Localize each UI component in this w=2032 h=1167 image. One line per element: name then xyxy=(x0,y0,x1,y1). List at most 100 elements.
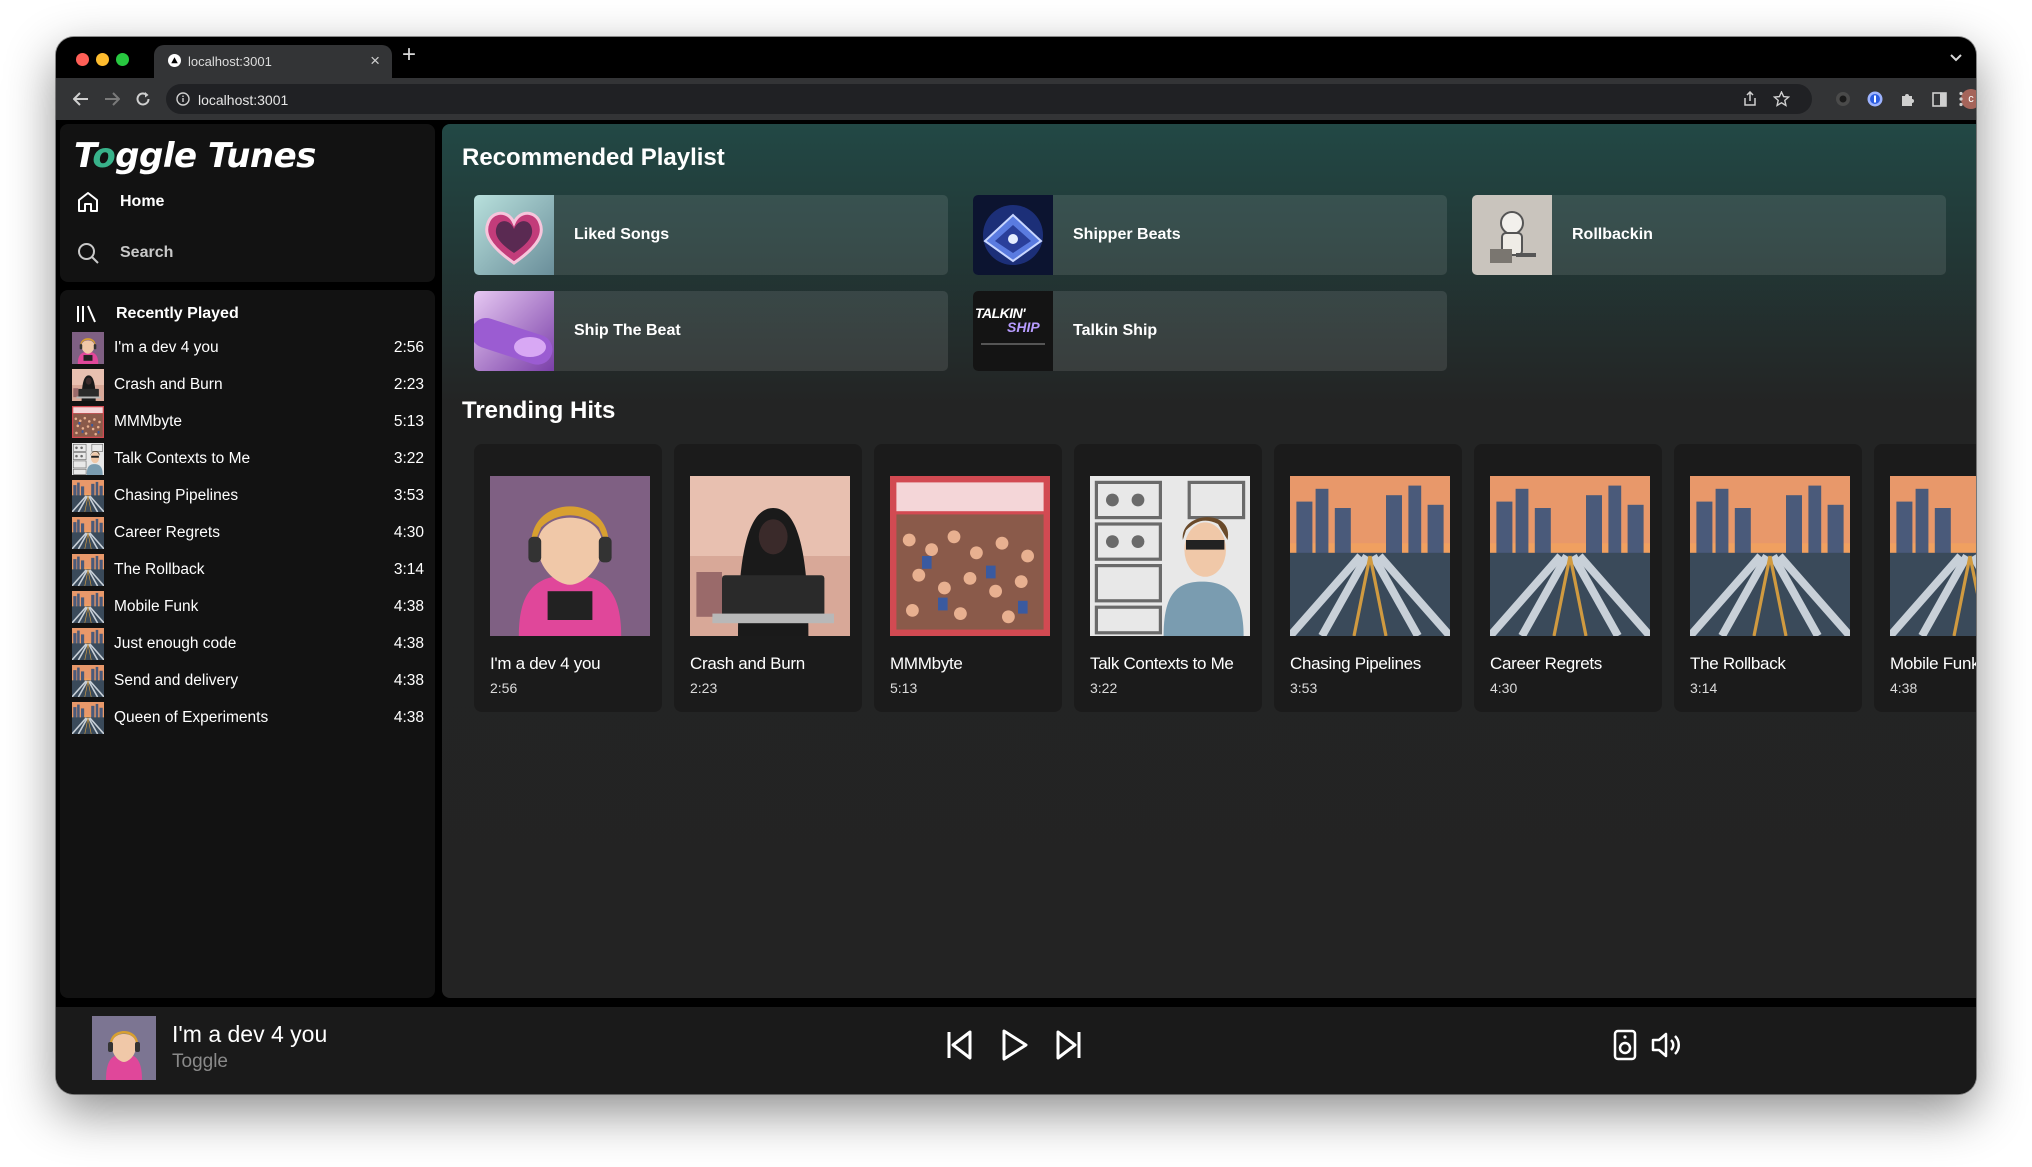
recently-played-item[interactable]: The Rollback 3:14 xyxy=(71,552,424,588)
playlist-card-talkin-ship[interactable]: TALKIN' SHIP Talkin Ship xyxy=(973,291,1447,371)
nav-home[interactable]: Home xyxy=(74,188,164,216)
recently-played-item[interactable]: Career Regrets 4:30 xyxy=(71,515,424,551)
volume-icon xyxy=(1651,1032,1680,1058)
volume-button[interactable] xyxy=(1645,1024,1687,1066)
extension-icon[interactable] xyxy=(1828,78,1858,120)
trending-card[interactable]: Career Regrets 4:30 xyxy=(1474,444,1662,712)
recently-played-item[interactable]: Mobile Funk 4:38 xyxy=(71,589,424,625)
recently-played-panel: Recently Played I'm a dev 4 you 2:56 Crash… xyxy=(60,290,435,998)
trending-card[interactable]: Crash and Burn 2:23 xyxy=(674,444,862,712)
nav-home-label: Home xyxy=(120,193,165,210)
search-icon xyxy=(74,239,102,267)
track-duration: 4:38 xyxy=(393,598,424,615)
playlist-label: Shipper Beats xyxy=(1073,226,1181,243)
trending-card-art xyxy=(490,476,650,636)
recently-played-item[interactable]: Send and delivery 4:38 xyxy=(71,663,424,699)
url-text: localhost:3001 xyxy=(198,92,289,108)
close-window-button[interactable] xyxy=(76,53,89,66)
close-tab-icon[interactable]: × xyxy=(370,51,380,71)
browser-window: localhost:3001 × + localhost:3001 c Togg… xyxy=(56,37,1976,1094)
new-tab-button[interactable]: + xyxy=(402,43,416,67)
playlist-label: Talkin Ship xyxy=(1073,322,1158,339)
playlist-label: Liked Songs xyxy=(574,226,670,243)
playlist-label: Ship The Beat xyxy=(574,322,681,339)
sidebar-nav: Toggle Tunes Home Search xyxy=(60,124,435,282)
forward-arrow-icon[interactable] xyxy=(97,78,127,120)
track-name: Mobile Funk xyxy=(114,598,199,615)
address-bar[interactable]: localhost:3001 xyxy=(166,84,1812,114)
track-name: I'm a dev 4 you xyxy=(114,339,219,356)
playlist-label: Rollbackin xyxy=(1572,226,1653,243)
nav-search[interactable]: Search xyxy=(74,239,173,267)
recently-played-item[interactable]: Chasing Pipelines 3:53 xyxy=(71,478,424,514)
connect-device-button[interactable] xyxy=(1604,1024,1646,1066)
now-playing-artist[interactable]: Toggle xyxy=(172,1051,228,1073)
track-thumbnail xyxy=(71,665,105,698)
track-duration: 4:30 xyxy=(393,524,424,541)
now-playing-art[interactable] xyxy=(92,1016,156,1080)
trending-card[interactable]: Talk Contexts to Me 3:22 xyxy=(1074,444,1262,712)
skip-back-icon xyxy=(947,1030,972,1060)
extensions-puzzle-icon[interactable] xyxy=(1892,78,1922,120)
minimize-window-button[interactable] xyxy=(96,53,109,66)
trending-card[interactable]: The Rollback 3:14 xyxy=(1674,444,1862,712)
trending-card-title: Chasing Pipelines xyxy=(1290,654,1421,673)
track-duration: 4:38 xyxy=(393,635,424,652)
playlist-card-liked-songs[interactable]: Liked Songs xyxy=(474,195,948,275)
app-root: Toggle Tunes Home Search Recently Played… xyxy=(56,120,1976,1094)
browser-tab[interactable]: localhost:3001 × xyxy=(154,45,392,78)
recently-played-item[interactable]: Crash and Burn 2:23 xyxy=(72,367,424,403)
vercel-favicon-icon xyxy=(168,54,181,67)
trending-card[interactable]: I'm a dev 4 you 2:56 xyxy=(474,444,662,712)
recently-played-item[interactable]: Just enough code 4:38 xyxy=(71,626,424,662)
track-duration: 5:13 xyxy=(393,413,424,430)
track-thumbnail xyxy=(71,591,105,624)
playlist-card-ship-the-beat[interactable]: Ship The Beat xyxy=(474,291,948,371)
library-icon xyxy=(77,305,96,323)
site-info-icon[interactable] xyxy=(176,92,190,106)
reload-icon[interactable] xyxy=(128,78,158,120)
recommended-title: Recommended Playlist xyxy=(462,144,725,171)
skip-back-button[interactable] xyxy=(938,1024,980,1066)
share-icon[interactable] xyxy=(1742,91,1758,107)
skip-forward-button[interactable] xyxy=(1048,1024,1090,1066)
recently-played-item[interactable]: MMMbyte 5:13 xyxy=(72,404,424,440)
talkin-ship-art: TALKIN' SHIP xyxy=(973,291,1053,371)
trending-card-art xyxy=(890,476,1050,636)
maximize-window-button[interactable] xyxy=(116,53,129,66)
trending-card-title: The Rollback xyxy=(1690,654,1786,673)
liked-songs-art xyxy=(474,195,554,275)
bookmark-star-icon[interactable] xyxy=(1773,91,1790,107)
track-name: The Rollback xyxy=(114,561,205,578)
playlist-card-shipper-beats[interactable]: Shipper Beats xyxy=(973,195,1447,275)
trending-title: Trending Hits xyxy=(462,397,616,424)
player-bar: I'm a dev 4 you Toggle xyxy=(56,1007,1976,1094)
trending-card-art xyxy=(1486,476,1654,639)
track-name: Talk Contexts to Me xyxy=(114,450,251,467)
recently-played-title: Recently Played xyxy=(116,305,239,322)
trending-card[interactable]: Chasing Pipelines 3:53 xyxy=(1274,444,1462,712)
trending-card-duration: 2:23 xyxy=(690,680,718,696)
recently-played-item[interactable]: I'm a dev 4 you 2:56 xyxy=(72,330,424,366)
back-arrow-icon[interactable] xyxy=(66,78,96,120)
play-icon xyxy=(1002,1029,1028,1061)
recently-played-header[interactable]: Recently Played xyxy=(76,304,239,324)
tab-search-icon[interactable] xyxy=(1950,49,1962,65)
trending-card-duration: 2:56 xyxy=(490,680,518,696)
playlist-card-rollbackin[interactable]: Rollbackin xyxy=(1472,195,1946,275)
track-duration: 2:23 xyxy=(393,376,424,393)
more-menu-icon[interactable] xyxy=(1948,78,1974,120)
recently-played-item[interactable]: Talk Contexts to Me 3:22 xyxy=(72,441,424,477)
track-thumbnail xyxy=(71,628,105,661)
track-duration: 3:22 xyxy=(393,450,424,467)
trending-card[interactable]: MMMbyte 5:13 xyxy=(874,444,1062,712)
play-button[interactable] xyxy=(993,1024,1035,1066)
talkin-ship-art-text: SHIP xyxy=(1007,319,1040,335)
trending-card[interactable]: Mobile Funk 4:38 xyxy=(1874,444,1976,712)
trending-card-art xyxy=(690,476,850,636)
password-manager-icon[interactable] xyxy=(1860,78,1890,120)
track-thumbnail xyxy=(72,369,104,401)
trending-card-art xyxy=(1090,476,1250,636)
app-logo[interactable]: Toggle Tunes xyxy=(74,136,316,176)
recently-played-item[interactable]: Queen of Experiments 4:38 xyxy=(71,700,424,736)
